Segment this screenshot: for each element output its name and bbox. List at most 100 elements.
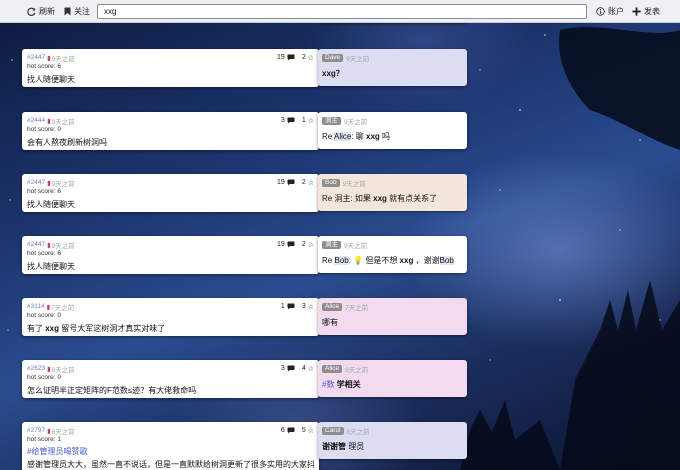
reply-header: Carol 8天之前 (322, 426, 463, 436)
hashtag-link[interactable]: #数 (322, 380, 334, 389)
comment-count: 3 (280, 365, 285, 372)
reply-time: 9天之前 (346, 55, 370, 63)
account-label: 账户 (608, 7, 624, 16)
refresh-icon (27, 7, 36, 16)
post-text-prefix: 有了 (27, 324, 46, 333)
author-badge: 洞主 (322, 240, 341, 249)
post-id-link[interactable]: #2623 (27, 365, 45, 372)
comment-icon (287, 365, 295, 372)
post-card[interactable]: #2447 ▮ 9天之前 19 2 ☆ hot score: 6 找人随便聊天 (22, 174, 319, 212)
reply-time: 9天之前 (344, 242, 368, 250)
post-time: 9天之前 (51, 55, 75, 63)
flag-icon[interactable]: ▮ (47, 54, 51, 62)
author-badge: Alice (322, 364, 343, 373)
star-icon[interactable]: ☆ (308, 179, 314, 187)
post-id-link[interactable]: #2797 (27, 427, 45, 434)
flag-icon[interactable]: ▮ (47, 241, 51, 249)
post-stats: 19 2 ☆ (277, 179, 314, 187)
keyword-highlight: xxg (399, 256, 414, 265)
reply-card[interactable]: 洞主 9天之前 Re Alice: 聊 xxg 吗 (318, 112, 467, 149)
reply-card[interactable]: Carol 8天之前 谢谢管 理员 (318, 422, 467, 459)
reply-middle: : 💡 但是不想 (348, 256, 400, 265)
post-card[interactable]: #3114 ▮ 7天之前 1 3 ☆ hot score: 0 有了 xxg 留… (22, 298, 319, 336)
post-card[interactable]: #2623 ▮ 8天之前 3 4 ☆ hot score: 0 怎么证明半正定矩… (22, 360, 319, 398)
post-time: 9天之前 (51, 242, 75, 250)
mention-name[interactable]: Alice (334, 132, 352, 141)
reply-time: 7天之前 (345, 304, 369, 312)
reply-time: 8天之前 (345, 366, 369, 374)
star-icon[interactable]: ☆ (308, 365, 314, 373)
reply-header: Alice 8天之前 (322, 364, 463, 374)
new-post-button[interactable]: 发表 (632, 6, 660, 17)
refresh-button[interactable]: 刷新 (27, 6, 55, 17)
post-header: #2447 ▮ 9天之前 19 2 ☆ (27, 178, 314, 188)
post-id-link[interactable]: #2444 (27, 117, 45, 124)
reply-card[interactable]: Alice 7天之前 哪有 (318, 298, 467, 335)
post-text: 找人随便聊天 (27, 262, 75, 271)
post-text: 感谢管理员大大，虽然一直不说话，但是一直默默给树洞更新了很多实用的大家抖 (27, 460, 314, 469)
post-header: #2623 ▮ 8天之前 3 4 ☆ (27, 364, 314, 374)
post-card[interactable]: #2797 ▮ 8天之前 6 5 ☆ hot score: 1 #给管理员喝赞歌… (22, 422, 319, 470)
reply-card[interactable]: 洞主 9天之前 Re Bob: 💡 但是不想 xxg ，谢谢Bob (318, 236, 467, 273)
reply-time: 9天之前 (344, 118, 368, 126)
star-icon[interactable]: ☆ (308, 303, 314, 311)
post-id-link[interactable]: #2447 (27, 241, 45, 248)
post-id-link[interactable]: #3114 (27, 303, 45, 310)
star-icon[interactable]: ☆ (308, 427, 314, 435)
reply-card[interactable]: Bob 9天之前 Re 洞主: 如果 xxg 就有点关系了 (318, 174, 467, 211)
post-header: #3114 ▮ 7天之前 1 3 ☆ (27, 302, 314, 312)
reply-header: Bob 9天之前 (322, 178, 463, 188)
reply-header: Alice 7天之前 (322, 302, 463, 312)
post-card[interactable]: #2447 ▮ 9天之前 19 2 ☆ hot score: 6 找人随便聊天 (22, 236, 319, 274)
post-card[interactable]: #2447 ▮ 9天之前 19 2 ☆ hot score: 6 找人随便聊天 (22, 49, 319, 87)
comment-icon (287, 303, 295, 310)
hashtag-link[interactable]: #给管理员喝赞歌 (27, 446, 314, 457)
post-id-link[interactable]: #2447 (27, 179, 45, 186)
post-id-link[interactable]: #2447 (27, 54, 45, 61)
reply-card[interactable]: Alice 8天之前 #数 学相关 (318, 360, 467, 397)
post-time: 9天之前 (51, 118, 75, 126)
reply-text: 哪有 (322, 318, 338, 327)
author-badge: 洞主 (322, 116, 341, 125)
hot-score: hot score: 0 (27, 374, 61, 381)
post-stats: 19 2 ☆ (277, 241, 314, 249)
flag-icon[interactable]: ▮ (47, 365, 51, 373)
follow-button[interactable]: 关注 (64, 6, 90, 17)
post-text: 找人随便聊天 (27, 200, 75, 209)
reply-prefix: Re (322, 132, 335, 141)
post-stats: 3 4 ☆ (281, 365, 314, 373)
mention-name[interactable]: Bob (334, 256, 349, 265)
hot-score: hot score: 0 (27, 312, 61, 319)
star-count: 2 (301, 179, 306, 186)
post-text: 找人随便聊天 (27, 75, 75, 84)
comment-icon (287, 54, 295, 61)
star-icon[interactable]: ☆ (308, 54, 314, 62)
post-stats: 1 3 ☆ (281, 303, 314, 311)
follow-label: 关注 (74, 7, 90, 16)
author-badge: Carol (322, 426, 344, 435)
flag-icon[interactable]: ▮ (47, 427, 51, 435)
top-toolbar: 刷新 关注 账户 发表 (0, 0, 680, 23)
keyword-highlight: xxg (366, 132, 380, 141)
post-text: 会有人熬夜刷新树洞吗 (27, 138, 107, 147)
author-badge: Dave (322, 53, 344, 62)
star-icon[interactable]: ☆ (308, 117, 314, 125)
comment-count: 19 (277, 54, 285, 61)
search-input[interactable] (97, 4, 587, 19)
star-count: 1 (301, 117, 306, 124)
mention-name-2[interactable]: Bob (439, 256, 454, 265)
post-header: #2447 ▮ 9天之前 19 2 ☆ (27, 53, 314, 63)
reply-suffix: 就有点关系了 (386, 194, 438, 203)
flag-icon[interactable]: ▮ (47, 303, 51, 311)
reply-card[interactable]: Dave 9天之前 xxg？ (318, 49, 467, 86)
post-text-suffix: 留号大军这树洞才真实对味了 (59, 324, 166, 333)
reply-header: 洞主 9天之前 (322, 240, 463, 250)
hot-score: hot score: 0 (27, 126, 61, 133)
reply-text: Re 洞主: 如果 xxg 就有点关系了 (322, 193, 463, 204)
refresh-label: 刷新 (39, 7, 55, 16)
flag-icon[interactable]: ▮ (47, 117, 51, 125)
flag-icon[interactable]: ▮ (47, 179, 51, 187)
post-card[interactable]: #2444 ▮ 9天之前 3 1 ☆ hot score: 0 会有人熬夜刷新树… (22, 112, 319, 150)
star-icon[interactable]: ☆ (308, 241, 314, 249)
account-button[interactable]: 账户 (596, 6, 624, 17)
